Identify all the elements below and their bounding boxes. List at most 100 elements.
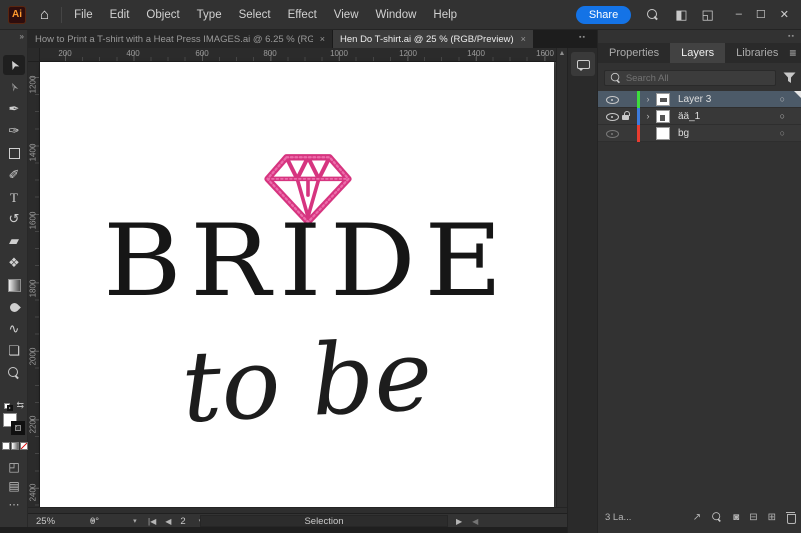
scroll-up-icon[interactable]: ▲ [557,50,567,57]
illustrator-logo-icon[interactable]: Ai [8,5,26,24]
menu-select[interactable]: Select [239,9,271,21]
selection-tool[interactable]: ➤ [3,55,25,75]
panel-drag-handle[interactable]: ▪▪ [579,34,586,41]
gradient-tool[interactable] [3,275,25,295]
menu-help[interactable]: Help [433,9,457,21]
swap-fill-stroke-icon[interactable]: ⇆ [16,400,24,411]
menu-window[interactable]: Window [376,9,417,21]
layer-thumbnail[interactable] [656,109,670,123]
menu-file[interactable]: File [74,9,93,21]
target-circle-icon[interactable]: ○ [780,111,785,121]
gradient-button[interactable] [11,442,19,450]
rectangle-tool[interactable] [3,143,25,163]
canvas-pasteboard[interactable]: BRIDE to be [40,62,556,507]
maximize-button[interactable]: ☐ [756,8,766,21]
shape-builder-tool[interactable]: ❖ [3,253,25,273]
workspace-switcher-icon[interactable]: ◱ [701,7,713,23]
layer-row-aa-1[interactable]: › ää_1 ○ [598,107,801,125]
type-tool[interactable]: T [3,187,25,207]
search-icon[interactable] [647,8,659,21]
document-tab-active[interactable]: Hen Do T-shirt.ai @ 25 % (RGB/Preview) × [333,30,533,48]
close-button[interactable]: ✕ [780,8,789,21]
layer-name[interactable]: bg [678,128,689,139]
tab-libraries[interactable]: Libraries [725,43,789,63]
locate-object-icon[interactable] [712,512,722,522]
layer-name[interactable]: Layer 3 [678,94,711,105]
arrange-documents-icon[interactable]: ◧ [675,7,687,23]
tab-close-icon[interactable]: × [521,34,526,44]
layer-row-layer-3[interactable]: › Layer 3 ○ [598,90,801,108]
artboard[interactable]: BRIDE to be [40,62,554,507]
comments-panel-button[interactable] [571,52,595,76]
visibility-eye-icon[interactable] [606,93,619,105]
lock-icon [621,111,631,121]
artboard-number-value[interactable]: 2 [180,516,185,527]
previous-artboard-button[interactable]: ◀ [165,517,171,526]
minimize-button[interactable]: – [736,8,742,21]
stroke-color-swatch[interactable] [11,421,25,435]
eraser-tool[interactable]: ▰ [3,231,25,251]
eyedropper-tool[interactable] [3,297,25,317]
menu-edit[interactable]: Edit [110,9,130,21]
zoom-level-dropdown[interactable]: 25% ▾ [36,514,95,528]
disclosure-triangle-icon[interactable]: › [642,111,654,121]
rotation-dropdown[interactable]: 0° ▾ [90,514,137,528]
tab-close-icon[interactable]: × [320,34,325,44]
disclosure-triangle-icon[interactable]: › [642,94,654,104]
visibility-eye-icon[interactable] [606,110,619,122]
rotate-tool[interactable]: ↺ [3,209,25,229]
first-artboard-button[interactable]: |◀ [148,517,156,526]
ruler-origin-corner[interactable] [28,48,40,62]
menu-type[interactable]: Type [197,9,222,21]
status-tool-field[interactable]: Selection [200,515,448,527]
default-fill-stroke-button[interactable]: ⇆ [3,400,25,411]
shaper-tool[interactable]: ∿ [3,319,25,339]
direct-selection-tool[interactable]: ➢ [3,77,25,97]
home-icon[interactable]: ⌂ [40,6,49,23]
none-button[interactable] [20,442,28,450]
layer-name[interactable]: ää_1 [678,111,700,122]
color-button[interactable] [2,442,10,450]
filter-icon[interactable] [783,72,796,84]
lock-column[interactable] [619,111,633,121]
menu-object[interactable]: Object [146,9,179,21]
status-expand-icon[interactable]: ▶ [456,517,462,526]
tab-properties[interactable]: Properties [598,43,670,63]
edit-toolbar-button[interactable]: ⋯ [0,498,28,511]
new-sublayer-icon[interactable]: ⊟ [749,512,757,523]
share-button[interactable]: Share [575,5,632,24]
fill-stroke-indicator[interactable] [2,413,26,437]
horizontal-ruler[interactable]: 200 400 600 800 1000 1200 1400 1600 [40,48,556,62]
pen-tool[interactable]: ✒ [3,99,25,119]
artboard-tool[interactable]: ❏ [3,341,25,361]
toolbar-collapse-icon[interactable]: » [20,32,24,41]
comment-icon [576,59,590,71]
layer-row-bg[interactable]: bg ○ [598,124,801,142]
menu-view[interactable]: View [334,9,359,21]
layers-search-input[interactable] [625,72,770,84]
collect-for-export-icon[interactable]: ↗ [693,512,701,523]
target-circle-icon[interactable]: ○ [780,128,785,138]
vertical-ruler[interactable]: 1200 1400 1600 1800 2000 2200 2400 [28,62,40,507]
target-circle-icon[interactable]: ○ [780,94,785,104]
layer-thumbnail[interactable] [656,126,670,140]
menu-effect[interactable]: Effect [288,9,317,21]
paintbrush-tool[interactable]: ✐ [3,165,25,185]
curvature-tool[interactable]: ✑ [3,121,25,141]
tab-layers[interactable]: Layers [670,43,726,63]
visibility-eye-icon[interactable] [606,127,619,139]
status-back-icon[interactable]: ◀ [472,517,478,526]
panel-collapse-handle[interactable]: ▪▪ [788,33,795,40]
make-clipping-mask-icon[interactable]: ◙ [733,512,739,523]
vertical-scrollbar[interactable]: ▲ [556,48,567,507]
document-tab-inactive[interactable]: How to Print a T-shirt with a Heat Press… [28,30,333,48]
ruler-tick-label: 800 [263,49,277,58]
panel-menu-icon[interactable]: ≡ [789,46,796,60]
layer-thumbnail[interactable] [656,92,670,106]
layers-search-box[interactable] [604,70,776,86]
delete-layer-icon[interactable] [786,511,796,524]
zoom-tool[interactable] [3,363,25,383]
draw-mode-button[interactable]: ◰ [0,460,28,474]
screen-mode-button[interactable]: ▤ [0,479,28,493]
new-layer-icon[interactable]: ⊞ [768,512,776,523]
